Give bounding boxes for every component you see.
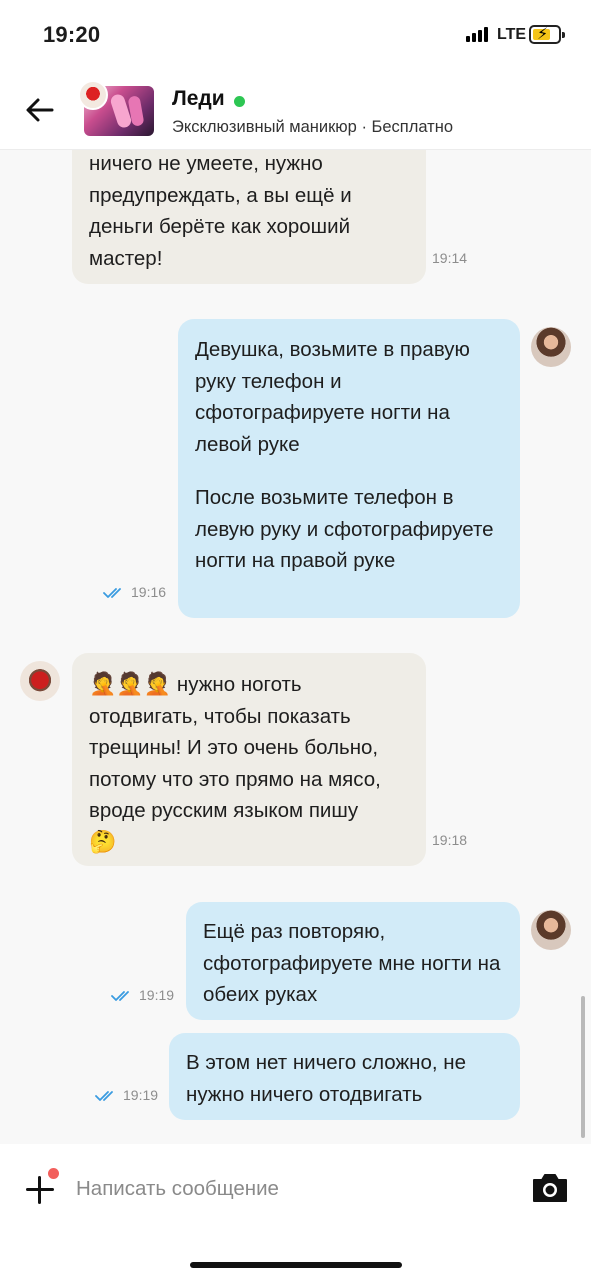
message-text: ничего не умеете, нужно предупреждать, а…	[89, 152, 352, 270]
battery-icon: ⚡	[529, 25, 565, 44]
status-time: 19:20	[43, 22, 101, 47]
home-indicator	[190, 1262, 402, 1268]
double-check-icon	[103, 588, 121, 599]
signal-icon	[466, 27, 488, 42]
message-text: В этом нет ничего сложно, не нужно ничег…	[186, 1051, 466, 1106]
incoming-message[interactable]: 🤦🤦🤦 нужно ноготь отодвигать, чтобы показ…	[72, 653, 426, 866]
my-avatar	[531, 910, 571, 950]
online-dot-icon	[234, 96, 245, 107]
incoming-message[interactable]: ничего не умеете, нужно предупреждать, а…	[72, 150, 426, 284]
message-time: 19:14	[432, 250, 468, 266]
seller-avatar	[20, 661, 60, 701]
double-check-icon	[95, 1091, 113, 1102]
outgoing-message[interactable]: Девушка, возьмите в правую руку телефон …	[178, 319, 520, 618]
seller-avatar	[78, 80, 108, 110]
outgoing-message[interactable]: В этом нет ничего сложно, не нужно ничег…	[169, 1033, 520, 1120]
message-input[interactable]	[76, 1172, 496, 1206]
message-text: После возьмите телефон в левую руку и сф…	[195, 486, 494, 572]
message-text: Девушка, возьмите в правую руку телефон …	[195, 338, 470, 456]
back-arrow-icon[interactable]	[22, 92, 58, 128]
my-avatar	[531, 327, 571, 367]
message-time: 19:18	[432, 832, 468, 848]
listing-subtitle[interactable]: Эксклюзивный маникюр · Бесплатно	[172, 118, 453, 137]
network-type: LTE	[497, 26, 527, 43]
message-time: 19:19	[95, 1087, 158, 1103]
camera-icon[interactable]	[531, 1172, 569, 1204]
outgoing-message[interactable]: Ещё раз повторяю, сфотографируете мне но…	[186, 902, 520, 1020]
double-check-icon	[111, 991, 129, 1002]
status-bar: 19:20 LTE ⚡	[0, 0, 591, 70]
message-composer	[0, 1144, 591, 1280]
thinking-emoji: 🤔	[89, 829, 117, 855]
chat-avatar[interactable]	[78, 80, 156, 138]
facepalm-emoji: 🤦🤦🤦	[89, 672, 172, 697]
message-list[interactable]: ничего не умеете, нужно предупреждать, а…	[0, 150, 591, 1144]
chat-name[interactable]: Леди	[172, 87, 225, 111]
message-text: Ещё раз повторяю, сфотографируете мне но…	[203, 920, 501, 1006]
chat-header: Леди Эксклюзивный маникюр · Бесплатно	[0, 70, 591, 150]
message-time: 19:19	[111, 987, 174, 1003]
scrollbar[interactable]	[581, 996, 585, 1138]
message-time: 19:16	[103, 584, 166, 600]
notification-dot	[48, 1168, 59, 1179]
